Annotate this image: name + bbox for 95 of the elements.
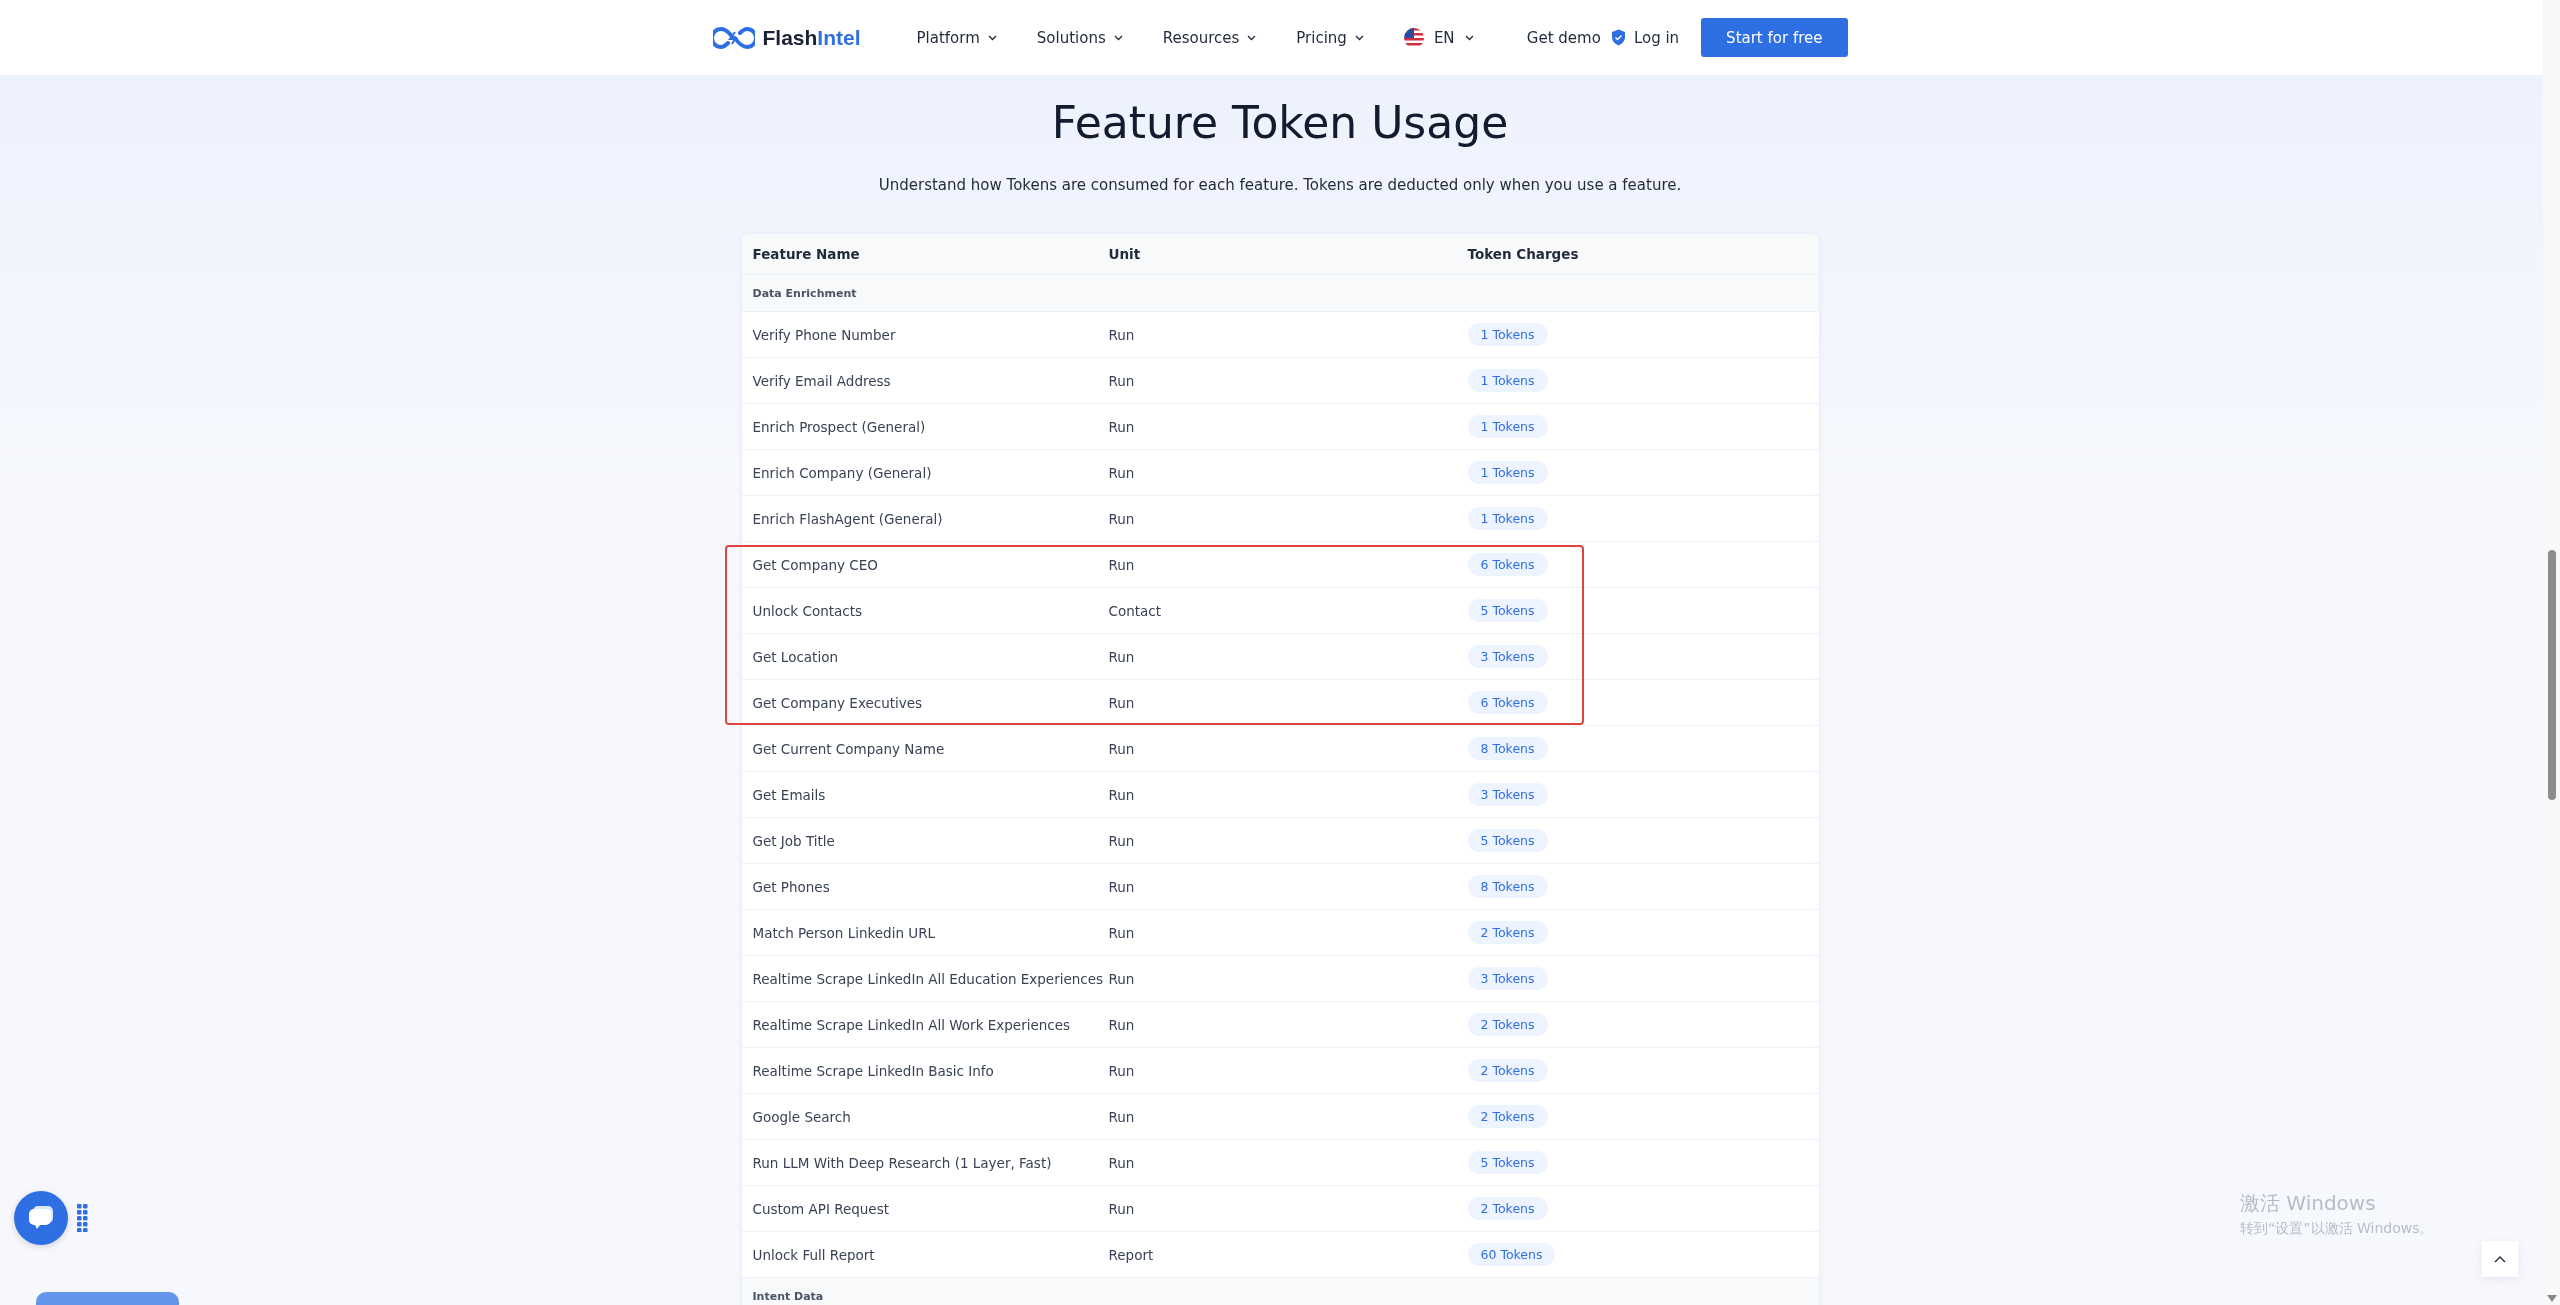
feature-name: Custom API Request [752, 1200, 890, 1217]
unit-cell-text: Run [1108, 556, 1136, 573]
unit-cell-text: Run [1108, 924, 1136, 941]
flag-icon [1403, 27, 1424, 48]
unit-cell-text: Run [1108, 510, 1136, 527]
token-badge: 60 Tokens [1467, 1243, 1556, 1266]
unit-cell-text: Run [1108, 740, 1136, 757]
token-badge: 1 Tokens [1467, 369, 1548, 392]
token-badge: 8 Tokens [1467, 875, 1548, 898]
token-badge: 6 Tokens [1467, 691, 1548, 714]
token-badge: 3 Tokens [1467, 967, 1548, 990]
feature-name: Run LLM With Deep Research (1 Layer, Fast) [752, 1154, 1053, 1171]
unit-cell-text: Run [1108, 648, 1136, 665]
feature-name: Realtime Scrape LinkedIn Basic Info [752, 1062, 995, 1079]
activation-title: 激活 Windows [2240, 1190, 2377, 1217]
unit-cell-text: Run [1108, 878, 1136, 895]
unit-cell-text: Run [1108, 326, 1136, 343]
logo-icon [712, 25, 755, 50]
feature-name: Unlock Contacts [752, 602, 864, 619]
feature-name: Get Current Company Name [752, 740, 946, 757]
token-badge: 8 Tokens [1467, 737, 1548, 760]
column-header: Token Charges [1467, 246, 1580, 262]
token-badge: 2 Tokens [1467, 1105, 1548, 1128]
unit-cell-text: Run [1108, 1016, 1136, 1033]
page-description: Understand how Tokens are consumed for each feature. Tokens are deducted only when you use a feature. [878, 176, 1682, 194]
page-title: Feature Token Usage [1051, 97, 1509, 148]
feature-name: Verify Phone Number [752, 326, 897, 343]
token-badge: 1 Tokens [1467, 507, 1548, 530]
token-badge: 2 Tokens [1467, 1059, 1548, 1082]
logo-text[interactable]: FlashIntel [762, 25, 861, 50]
token-badge: 1 Tokens [1467, 461, 1548, 484]
column-header: Feature Name [752, 246, 861, 262]
activation-message: 转到“设置”以激活 Windows。 [2240, 1220, 2434, 1238]
token-badge: 1 Tokens [1467, 415, 1548, 438]
scroll-to-top-button[interactable] [2482, 1241, 2518, 1277]
token-badge: 5 Tokens [1467, 829, 1548, 852]
unit-cell-text: Run [1108, 694, 1136, 711]
unit-cell-text: Run [1108, 832, 1136, 849]
column-header: Unit [1108, 246, 1142, 262]
caret-icon [1464, 34, 1474, 41]
feature-name: Get Company Executives [752, 694, 924, 711]
feature-name: Unlock Full Report [752, 1246, 876, 1263]
token-badge: 3 Tokens [1467, 645, 1548, 668]
caret-icon [987, 34, 997, 41]
unit-cell-text: Run [1108, 1154, 1136, 1171]
token-badge: 5 Tokens [1467, 1151, 1548, 1174]
feature-name: Get Job Title [752, 832, 836, 849]
chevron-up-icon [2494, 1255, 2506, 1263]
token-badge: 2 Tokens [1467, 1197, 1548, 1220]
token-badge: 1 Tokens [1467, 323, 1548, 346]
section-label: Intent Data [752, 1289, 824, 1303]
section-label: Data Enrichment [752, 286, 857, 300]
scroll-down-arrow-icon[interactable] [2547, 1295, 2557, 1302]
token-badge: 6 Tokens [1467, 553, 1548, 576]
unit-cell-text: Contact [1108, 602, 1163, 619]
feature-name: Verify Email Address [752, 372, 892, 389]
unit-cell-text: Run [1108, 1062, 1136, 1079]
nav-menu-item[interactable]: Pricing [1296, 28, 1364, 47]
unit-cell-text: Report [1108, 1246, 1155, 1263]
unit-cell-text: Run [1108, 418, 1136, 435]
unit-cell-text: Run [1108, 464, 1136, 481]
token-badge: 3 Tokens [1467, 783, 1548, 806]
chat-bubble-icon [27, 1205, 55, 1231]
unit-cell-text: Run [1108, 786, 1136, 803]
start-for-free-button[interactable]: Start for free [1701, 18, 1848, 57]
nav-menu-item[interactable]: Resources [1162, 28, 1257, 47]
login-link[interactable]: Log in [1633, 28, 1680, 47]
get-demo-link[interactable]: Get demo [1526, 28, 1601, 47]
caret-icon [1113, 34, 1123, 41]
scrollbar-thumb[interactable] [2548, 550, 2556, 800]
nav-menu-item[interactable]: Platform [916, 28, 997, 47]
feature-name: Get Emails [752, 786, 827, 803]
feature-name: Enrich Company (General) [752, 464, 933, 481]
unit-cell-text: Run [1108, 1200, 1136, 1217]
feature-name: Get Company CEO [752, 556, 879, 573]
unit-cell-text: Run [1108, 970, 1136, 987]
unit-cell-text: Run [1108, 372, 1136, 389]
feature-name: Get Phones [752, 878, 831, 895]
token-badge: 2 Tokens [1467, 1013, 1548, 1036]
token-badge: 2 Tokens [1467, 921, 1548, 944]
feature-name: Realtime Scrape LinkedIn All Education Experiences [752, 970, 1105, 987]
caret-icon [1354, 34, 1364, 41]
nav-menu-item[interactable]: Solutions [1036, 28, 1123, 47]
feature-name: Google Search [752, 1108, 852, 1125]
drag-handle-icon[interactable] [77, 1204, 88, 1232]
feature-name: Match Person Linkedin URL [752, 924, 937, 941]
shield-icon [1610, 29, 1626, 46]
feature-name: Get Location [752, 648, 839, 665]
unit-cell-text: Run [1108, 1108, 1136, 1125]
feature-name: Enrich Prospect (General) [752, 418, 927, 435]
token-badge: 5 Tokens [1467, 599, 1548, 622]
language-selector[interactable]: EN [1403, 27, 1474, 48]
feature-name: Realtime Scrape LinkedIn All Work Experiences [752, 1016, 1072, 1033]
caret-icon [1247, 34, 1257, 41]
feature-name: Enrich FlashAgent (General) [752, 510, 944, 527]
